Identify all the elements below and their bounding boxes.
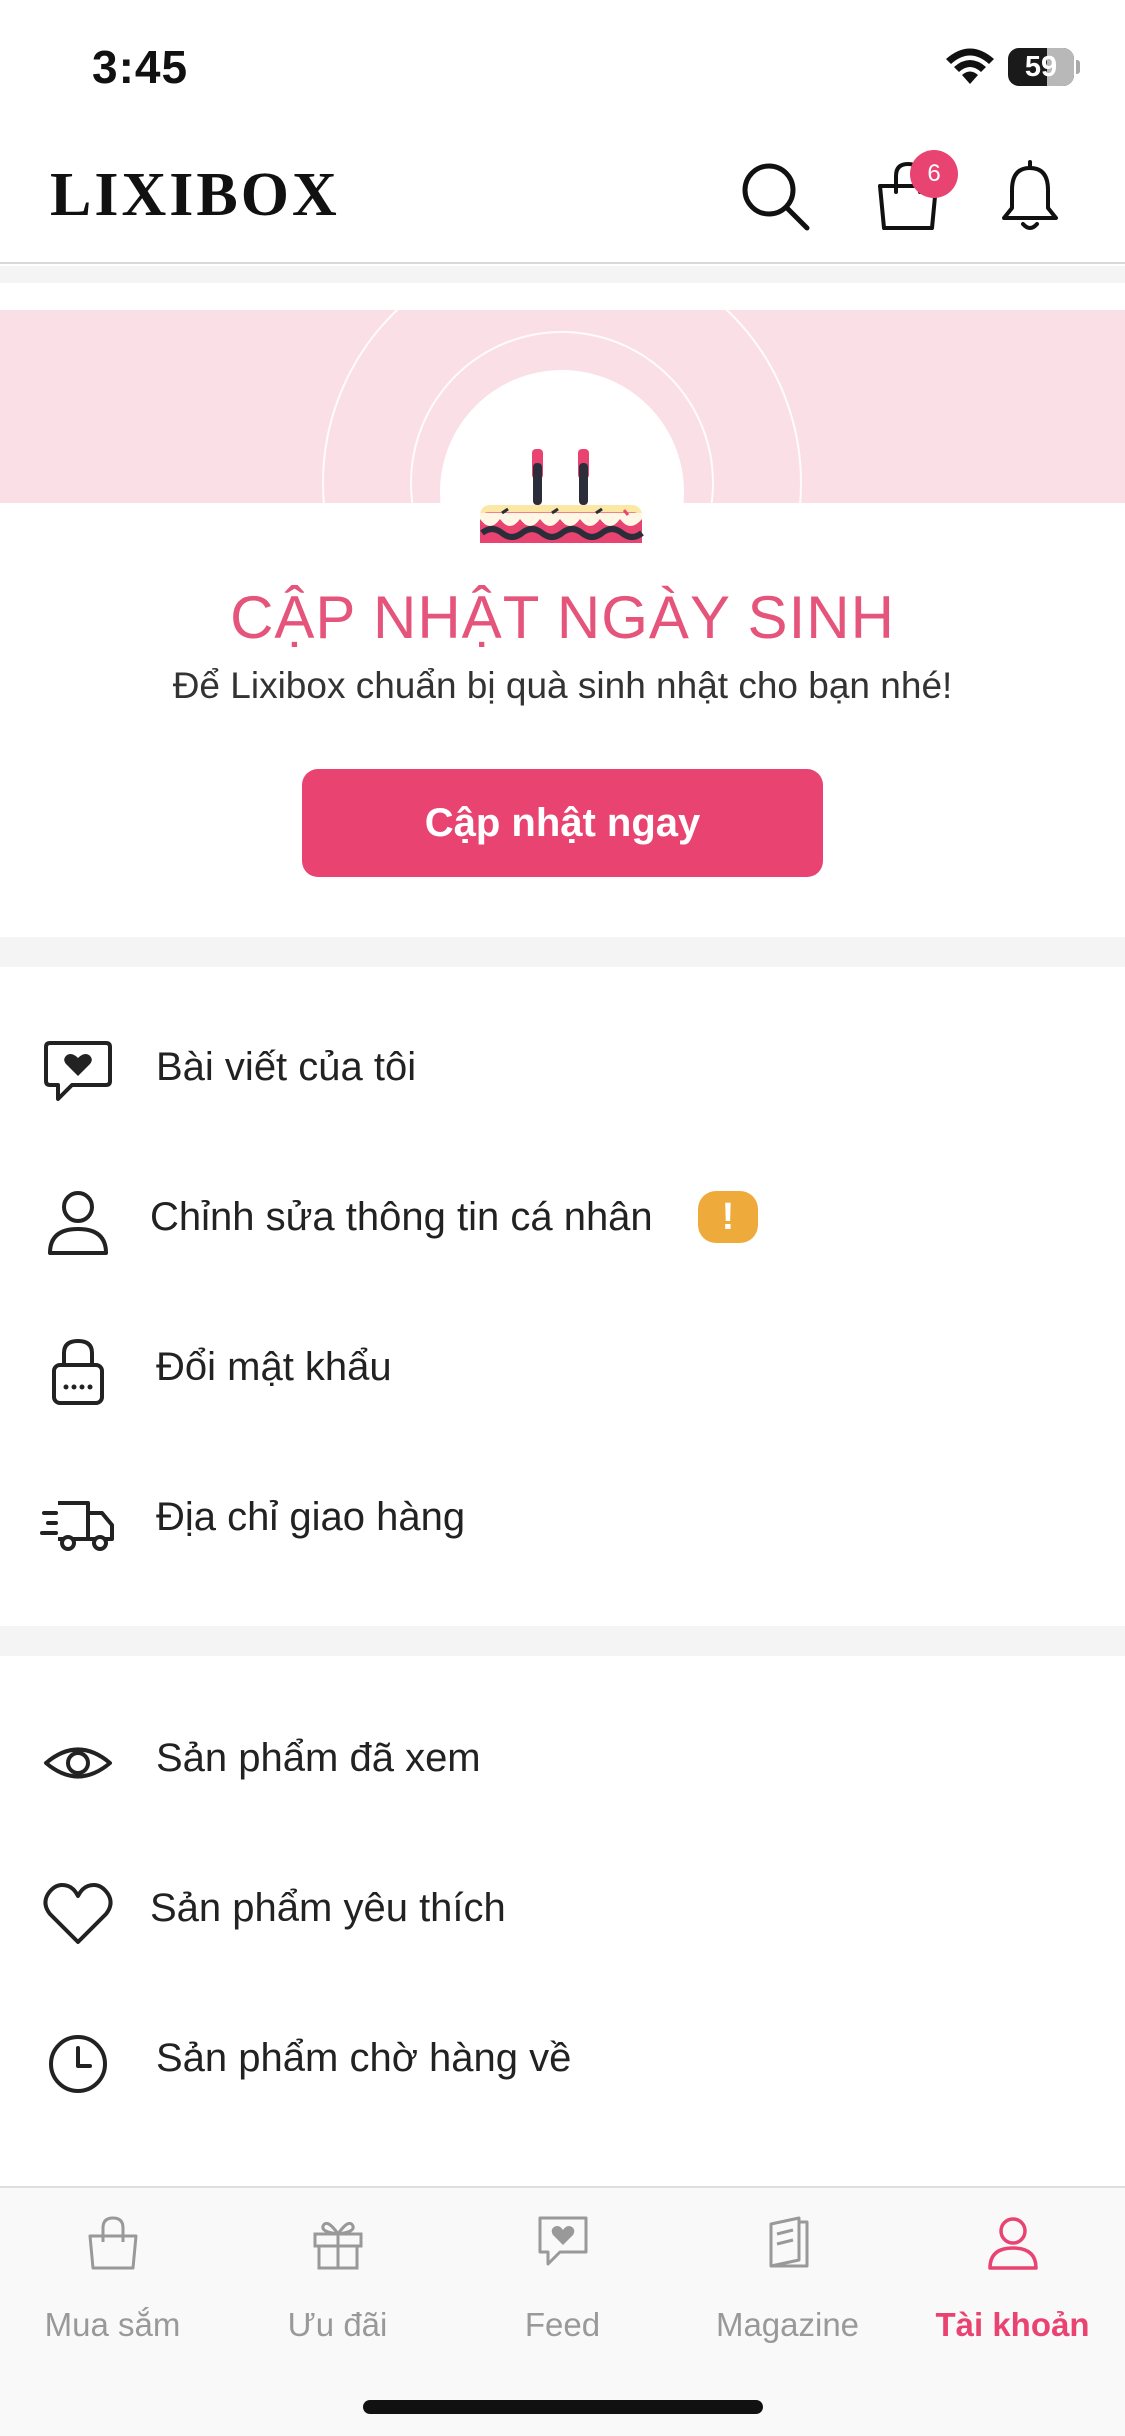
eye-icon (44, 1747, 112, 1779)
user-icon (988, 2217, 1038, 2270)
magazine-icon (769, 2216, 809, 2268)
tab-label: Ưu đãi (287, 2306, 388, 2343)
lock-icon (52, 1338, 104, 1405)
menu-label: Sản phẩm đã xem (156, 1736, 481, 1780)
status-bar: 3:45 59 (0, 0, 1125, 132)
home-indicator[interactable] (363, 2400, 763, 2414)
search-icon (742, 163, 810, 231)
birthday-banner: CẬP NHẬT NGÀY SINH Để Lixibox chuẩn bị q… (0, 283, 1125, 937)
menu-item-shipping-address[interactable]: Địa chỉ giao hàng (0, 1445, 1125, 1595)
menu-label: Chỉnh sửa thông tin cá nhân (150, 1195, 653, 1239)
shopping-bag-icon (88, 2216, 138, 2270)
section-divider (0, 937, 1125, 967)
update-birthday-button[interactable]: Cập nhật ngay (302, 769, 823, 877)
tab-label: Tài khoản (935, 2306, 1090, 2343)
menu-item-my-posts[interactable]: Bài viết của tôi (0, 995, 1125, 1145)
chat-heart-icon (538, 2216, 588, 2266)
cart-count-badge: 6 (910, 150, 958, 198)
tab-label: Magazine (715, 2306, 860, 2343)
menu-label: Địa chỉ giao hàng (156, 1495, 466, 1539)
tab-feed[interactable]: Feed (450, 2188, 675, 2368)
menu-item-favorite-products[interactable]: Sản phẩm yêu thích (0, 1836, 1125, 1986)
birthday-cake-icon (480, 449, 644, 543)
tab-account[interactable]: Tài khoản (900, 2188, 1125, 2368)
heart-icon (43, 1883, 113, 1944)
menu-item-edit-profile[interactable]: Chỉnh sửa thông tin cá nhân ! (0, 1145, 1125, 1295)
wifi-icon (946, 48, 994, 84)
birthday-title: CẬP NHẬT NGÀY SINH (230, 584, 895, 651)
menu-item-restock-products[interactable]: Sản phẩm chờ hàng về (0, 1986, 1125, 2136)
gift-icon (313, 2221, 363, 2270)
menu-label: Đổi mật khẩu (156, 1345, 392, 1389)
section-divider (0, 1626, 1125, 1656)
status-time: 3:45 (92, 41, 189, 93)
battery-level: 59 (1024, 51, 1058, 83)
battery-indicator: 59 (1008, 48, 1080, 86)
truck-icon (40, 1501, 114, 1551)
tab-shopping[interactable]: Mua sắm (0, 2188, 225, 2368)
app-header: LIXIBOX (0, 132, 1125, 264)
search-button[interactable] (737, 158, 813, 234)
tab-label: Feed (524, 2306, 601, 2343)
section-divider (0, 266, 1125, 283)
menu-item-viewed-products[interactable]: Sản phẩm đã xem (0, 1686, 1125, 1836)
tab-label: Mua sắm (44, 2306, 181, 2343)
bottom-tab-bar: Mua sắm Ưu đãi Feed Magazine Tài khoản (0, 2186, 1125, 2436)
tab-magazine[interactable]: Magazine (675, 2188, 900, 2368)
menu-label: Bài viết của tôi (156, 1045, 417, 1089)
birthday-subtitle: Để Lixibox chuẩn bị quà sinh nhật cho bạ… (172, 665, 953, 706)
menu-label: Sản phẩm yêu thích (150, 1886, 506, 1930)
menu-item-change-password[interactable]: Đổi mật khẩu (0, 1295, 1125, 1445)
brand-logo[interactable]: LIXIBOX (50, 160, 340, 231)
account-screen: 3:45 59 LIXIBOX 6 CẬP NHẬT NGÀY SINH Để … (0, 0, 1125, 2436)
clock-icon (49, 2035, 107, 2093)
bell-icon (1002, 160, 1058, 230)
menu-label: Sản phẩm chờ hàng về (156, 2036, 572, 2080)
warning-icon: ! (698, 1191, 758, 1243)
user-icon (48, 1191, 108, 1255)
chat-heart-icon (44, 1041, 112, 1101)
tab-offers[interactable]: Ưu đãi (225, 2188, 450, 2368)
notifications-button[interactable] (992, 158, 1068, 234)
